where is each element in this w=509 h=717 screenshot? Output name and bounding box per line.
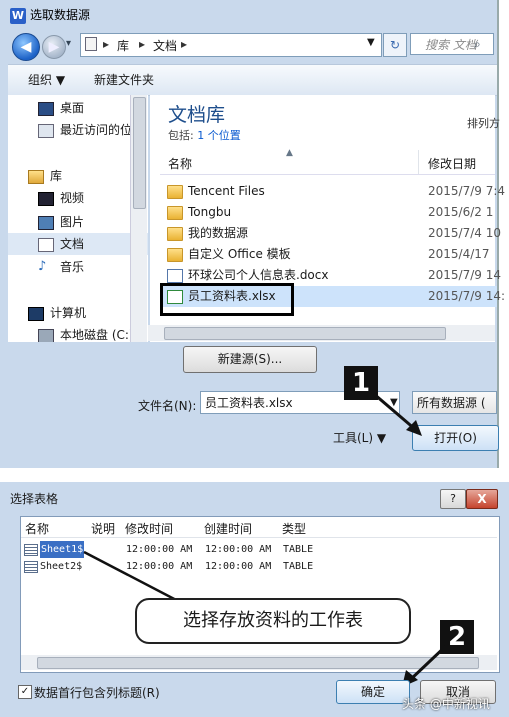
- column-modified-date[interactable]: 修改日期: [428, 155, 476, 172]
- header-row-checkbox[interactable]: ✓: [18, 685, 32, 699]
- toolbar: 组织 ▼ 新建文件夹: [8, 64, 497, 96]
- video-icon: [38, 192, 54, 206]
- nav-item-documents[interactable]: 文档: [8, 233, 148, 255]
- column-name[interactable]: 名称: [25, 520, 49, 537]
- file-list-horizontal-scrollbar[interactable]: [148, 325, 495, 341]
- dialog-title: 选择表格: [10, 492, 59, 506]
- nav-item-local-disk[interactable]: 本地磁盘 (C:): [8, 324, 148, 342]
- nav-item-computer[interactable]: 计算机: [8, 302, 148, 324]
- column-name[interactable]: 名称: [168, 155, 192, 172]
- highlight-box: [160, 283, 294, 316]
- nav-pane-scrollbar[interactable]: [130, 95, 147, 342]
- column-created[interactable]: 创建时间: [204, 520, 252, 537]
- picture-icon: [38, 216, 54, 230]
- pointer-arrow-1: [373, 392, 422, 436]
- data-source-folder-icon: [167, 227, 183, 241]
- scrollbar-thumb[interactable]: [133, 97, 146, 209]
- search-input[interactable]: 搜索 文档: [410, 33, 494, 55]
- music-icon: ♪: [38, 259, 47, 274]
- recent-pages-chevron-icon[interactable]: ▾: [66, 38, 71, 49]
- breadcrumb-library[interactable]: 库: [117, 37, 129, 54]
- nav-item-recent[interactable]: 最近访问的位: [8, 119, 148, 141]
- library-icon: [28, 170, 44, 184]
- column-modified[interactable]: 修改时间: [125, 520, 173, 537]
- new-folder-button[interactable]: 新建文件夹: [94, 65, 154, 95]
- address-dropdown-icon[interactable]: ▼: [367, 37, 375, 48]
- ok-button[interactable]: 确定: [336, 680, 410, 704]
- library-title: 文档库: [168, 104, 226, 126]
- sheet-icon: [24, 544, 38, 556]
- close-button[interactable]: X: [466, 489, 498, 509]
- wps-app-icon: W: [10, 8, 26, 24]
- header-row-checkbox-label: 数据首行包含列标题(R): [34, 686, 160, 700]
- recent-icon: [38, 124, 54, 138]
- word-document-icon: [167, 269, 183, 283]
- nav-item-video[interactable]: 视频: [8, 187, 148, 209]
- callout-bubble: 选择存放资料的工作表: [135, 598, 411, 644]
- breadcrumb-documents[interactable]: 文档: [153, 37, 177, 54]
- dialog-title: 选取数据源: [30, 8, 91, 22]
- address-bar[interactable]: ▸ 库 ▸ 文档 ▸ ▼: [80, 33, 382, 57]
- scrollbar-thumb[interactable]: [164, 327, 446, 340]
- help-button[interactable]: ?: [440, 489, 466, 509]
- disk-icon: [38, 329, 54, 342]
- navigation-pane: 桌面 最近访问的位 库 视频 图片 文档 ♪ 音乐 计算机 本地磁盘 (C:): [8, 95, 148, 342]
- nav-item-music[interactable]: ♪ 音乐: [8, 256, 148, 278]
- nav-item-desktop[interactable]: 桌面: [8, 97, 148, 119]
- arrange-by-menu[interactable]: 排列方: [467, 115, 500, 131]
- file-row[interactable]: Tongbu 2015/6/2 1: [162, 202, 497, 223]
- sheet-icon: [24, 561, 38, 573]
- back-button[interactable]: ◀: [12, 33, 40, 61]
- library-icon: [85, 37, 97, 51]
- file-row[interactable]: 我的数据源 2015/7/4 10: [162, 223, 501, 244]
- column-type[interactable]: 类型: [282, 520, 306, 537]
- file-row[interactable]: 自定义 Office 模板 2015/4/17: [162, 244, 497, 265]
- refresh-button[interactable]: ↻: [383, 33, 407, 57]
- computer-icon: [28, 307, 44, 321]
- search-icon: ⌕: [474, 37, 481, 51]
- new-source-button[interactable]: 新建源(S)...: [183, 346, 317, 373]
- desktop-icon: [38, 102, 54, 116]
- document-icon: [38, 238, 54, 252]
- file-list-header: 名称 ▲ 修改日期: [160, 148, 495, 175]
- folder-icon: [167, 248, 183, 262]
- sort-ascending-icon: ▲: [286, 148, 293, 158]
- file-row[interactable]: Tencent Files 2015/7/9 7:4: [162, 181, 505, 202]
- forward-button[interactable]: ▶: [42, 35, 66, 59]
- library-includes: 包括: 1 个位置: [168, 129, 241, 142]
- nav-item-library[interactable]: 库: [8, 165, 148, 187]
- folder-icon: [167, 185, 183, 199]
- watermark: 头条 @中新视讯: [402, 697, 490, 711]
- table-list-header: 名称 说明 修改时间 创建时间 类型: [21, 517, 497, 538]
- library-locations-link[interactable]: 1 个位置: [197, 129, 241, 142]
- filename-label: 文件名(N):: [138, 399, 197, 413]
- folder-icon: [167, 206, 183, 220]
- nav-item-pictures[interactable]: 图片: [8, 211, 148, 233]
- organize-menu[interactable]: 组织 ▼: [28, 65, 65, 95]
- column-description[interactable]: 说明: [91, 520, 115, 537]
